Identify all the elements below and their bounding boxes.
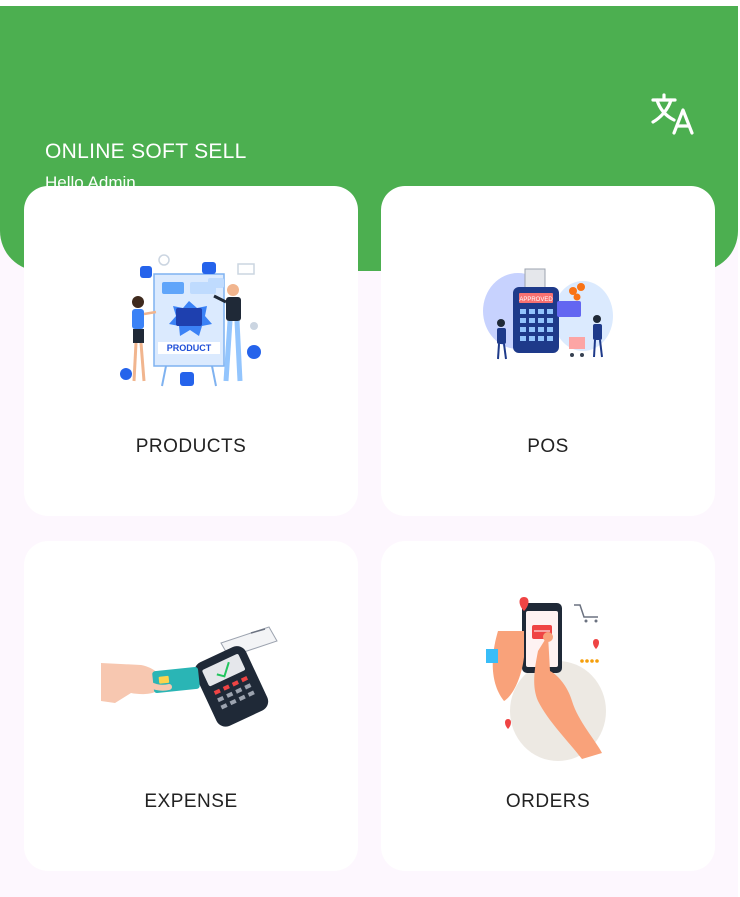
menu-card-label: PRODUCTS [135,436,247,457]
menu-card-label: POS [527,436,569,457]
pos-screen-text: APPROVED [519,297,553,303]
menu-card-products[interactable]: PRODUCT PRODUCTS [24,186,358,516]
menu-card-label: EXPENSE [144,791,238,812]
app-title: ONLINE SOFT SELL [45,140,247,163]
menu-card-pos[interactable]: APPROVED POS [381,186,715,516]
products-illustration: PRODUCT [24,246,358,396]
pos-terminal-illustration: APPROVED [381,246,715,396]
menu-card-expense[interactable]: EXPENSE [24,541,358,871]
menu-card-orders[interactable]: ORDERS [381,541,715,871]
mobile-shopping-illustration [381,597,715,761]
translate-button[interactable] [648,92,698,138]
menu-card-label: ORDERS [505,791,591,812]
product-banner-text: PRODUCT [167,343,212,353]
card-payment-illustration [24,601,358,751]
translate-icon [651,93,694,135]
